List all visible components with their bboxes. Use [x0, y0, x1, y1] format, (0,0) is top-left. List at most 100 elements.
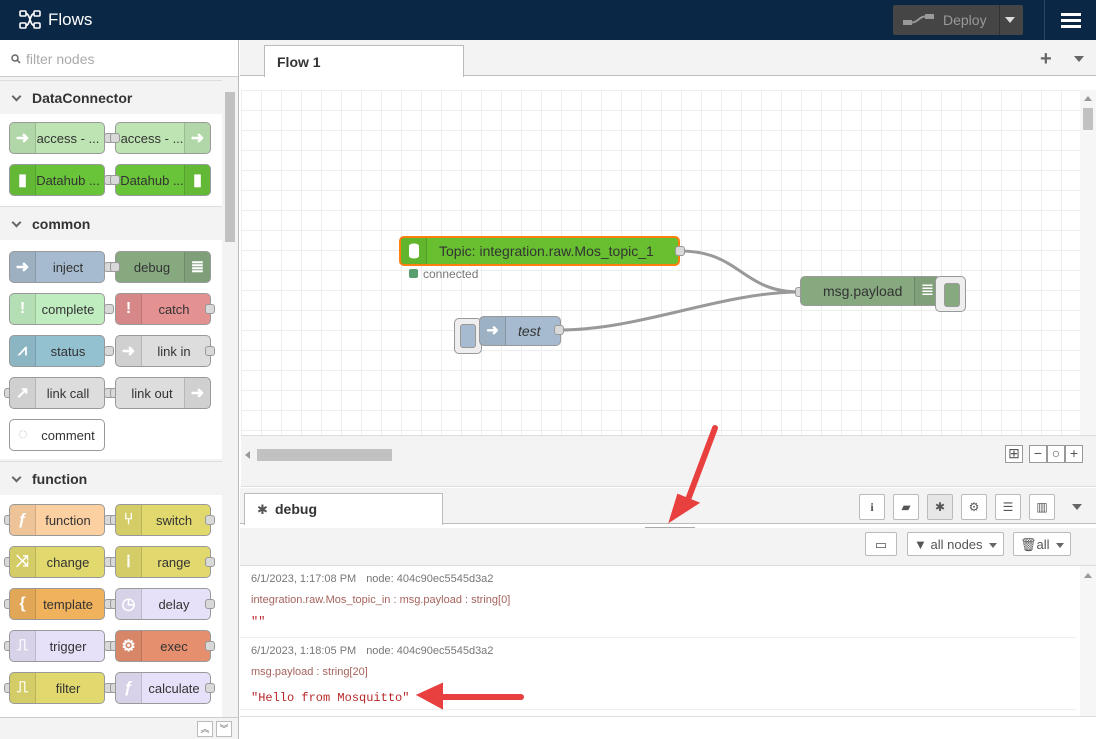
- output-port: [205, 599, 215, 609]
- chevron-down-icon[interactable]: [1074, 56, 1084, 62]
- message-value[interactable]: "": [251, 615, 1076, 629]
- clear-dropdown[interactable]: 🗑all: [1013, 532, 1071, 556]
- palette-node-label: link in: [157, 344, 191, 359]
- palette-node-complete[interactable]: ! complete: [9, 293, 105, 325]
- output-port: [104, 304, 114, 314]
- palette-node-link-call[interactable]: ↗ link call: [9, 377, 105, 409]
- message-node[interactable]: node: 404c90ec5545d3a2: [366, 645, 493, 657]
- link-in-icon: ➜: [116, 336, 142, 366]
- inject-button-fill: [460, 324, 476, 348]
- navigator-map-icon[interactable]: ⊞: [1005, 445, 1023, 463]
- database-icon: ▮: [10, 165, 36, 195]
- palette-node-access-subscribe[interactable]: ➜ access - ...: [9, 122, 105, 154]
- gear-icon[interactable]: ⚙: [961, 494, 987, 520]
- node-debug-msg-payload[interactable]: msg.payload ≣: [800, 276, 941, 306]
- message-value[interactable]: "Hello from Mosquitto": [251, 691, 1076, 705]
- palette-node-filter[interactable]: ⎍ filter: [9, 672, 105, 704]
- canvas-horizontal-scroll-thumb[interactable]: [257, 449, 392, 461]
- debug-scrollbar[interactable]: [1080, 566, 1096, 716]
- palette-filter-input[interactable]: filter nodes: [0, 40, 238, 77]
- bar-chart-icon[interactable]: ▥: [1029, 494, 1055, 520]
- tab-flow-1[interactable]: Flow 1: [264, 45, 464, 77]
- node-inject-test[interactable]: ➜ test: [479, 316, 561, 346]
- filter-dropdown[interactable]: ▼ all nodes: [907, 532, 1004, 556]
- palette-node-status[interactable]: ⩘ status: [9, 335, 105, 367]
- scroll-thumb[interactable]: [1083, 108, 1093, 130]
- palette-node-link-out[interactable]: ➜ link out: [115, 377, 211, 409]
- palette-node-calculate[interactable]: ƒ calculate: [115, 672, 211, 704]
- scroll-thumb[interactable]: [225, 92, 235, 242]
- output-port: [205, 641, 215, 651]
- category-header-function[interactable]: function: [0, 461, 222, 495]
- palette-node-trigger[interactable]: ⎍ trigger: [9, 630, 105, 662]
- expand-all-icon[interactable]: ︾: [216, 721, 232, 737]
- exclamation-icon: !: [116, 294, 142, 324]
- chevron-down-icon[interactable]: [1072, 504, 1082, 510]
- canvas-vertical-scrollbar[interactable]: [1080, 90, 1096, 435]
- category-header-dataconnector[interactable]: DataConnector: [0, 80, 222, 114]
- main-menu-button[interactable]: [1044, 0, 1096, 40]
- timer-icon: ◷: [116, 589, 142, 619]
- palette-node-template[interactable]: {template: [9, 588, 105, 620]
- palette-node-datahub-subscribe[interactable]: ▮ Datahub ...: [9, 164, 105, 196]
- hamburger-icon: [1061, 13, 1081, 16]
- output-port[interactable]: [554, 325, 564, 335]
- arrow-in-icon: ➜: [480, 317, 506, 345]
- database-icon[interactable]: ☰: [995, 494, 1021, 520]
- palette-node-debug[interactable]: ≣ debug: [115, 251, 211, 283]
- monitor-icon: ▭: [874, 537, 888, 552]
- category-body-function: ƒ function ⑂ switch ⤨ change ⅰ range {templa…: [0, 495, 222, 717]
- debug-message[interactable]: 6/1/2023, 1:18:05 PM node: 404c90ec5545d3…: [240, 638, 1076, 710]
- input-port: [110, 133, 120, 143]
- tab-debug[interactable]: ✱ debug: [244, 493, 443, 525]
- palette-node-delay[interactable]: ◷ delay: [115, 588, 211, 620]
- debug-toggle-button[interactable]: [935, 276, 966, 312]
- debug-message[interactable]: 6/1/2023, 1:17:08 PM node: 404c90ec5545d3…: [240, 566, 1076, 638]
- deploy-button[interactable]: Deploy: [893, 5, 1023, 35]
- flow-canvas[interactable]: Topic: integration.raw.Mos_topic_1 conne…: [241, 90, 1080, 435]
- category-title: DataConnector: [32, 90, 133, 106]
- deploy-menu-caret-icon[interactable]: [1005, 17, 1015, 23]
- caret-down-icon: [988, 543, 997, 549]
- caret-down-icon: [1055, 543, 1064, 549]
- palette-node-catch[interactable]: ! catch: [115, 293, 211, 325]
- database-icon: [401, 238, 427, 264]
- palette-node-change[interactable]: ⤨ change: [9, 546, 105, 578]
- add-flow-icon[interactable]: +: [1040, 48, 1052, 71]
- app-logo: Flows: [18, 8, 92, 32]
- message-node[interactable]: node: 404c90ec5545d3a2: [366, 573, 493, 585]
- debug-bug-icon[interactable]: ✱: [927, 494, 953, 520]
- palette-node-access-publish[interactable]: ➜ access - ...: [115, 122, 211, 154]
- link-call-icon: ↗: [10, 378, 36, 408]
- node-label: test: [518, 323, 541, 339]
- scroll-up-icon[interactable]: [1084, 573, 1092, 578]
- scroll-left-icon[interactable]: [245, 451, 250, 459]
- scroll-up-icon[interactable]: [1084, 96, 1092, 101]
- palette-node-datahub-publish[interactable]: ▮ Datahub ...: [115, 164, 211, 196]
- palette-node-function[interactable]: ƒ function: [9, 504, 105, 536]
- message-topic: msg.payload : string[20]: [251, 666, 368, 678]
- zoom-in-icon[interactable]: +: [1065, 445, 1083, 463]
- info-icon[interactable]: i: [859, 494, 885, 520]
- open-window-button[interactable]: ▭: [865, 532, 897, 556]
- palette-node-label: access - ...: [36, 131, 100, 146]
- output-port: [205, 557, 215, 567]
- palette-node-switch[interactable]: ⑂ switch: [115, 504, 211, 536]
- palette-node-inject[interactable]: ➜ inject: [9, 251, 105, 283]
- palette-node-link-in[interactable]: ➜ link in: [115, 335, 211, 367]
- zoom-reset-icon[interactable]: ○: [1047, 445, 1065, 463]
- output-port[interactable]: [675, 246, 685, 256]
- trash-icon: 🗑: [1020, 537, 1037, 552]
- collapse-all-icon[interactable]: ︽: [197, 721, 213, 737]
- book-icon[interactable]: ▰: [893, 494, 919, 520]
- node-datahub-subscriber[interactable]: Topic: integration.raw.Mos_topic_1: [399, 236, 680, 266]
- palette-node-range[interactable]: ⅰ range: [115, 546, 211, 578]
- category-header-common[interactable]: common: [0, 206, 222, 240]
- palette-scrollbar[interactable]: [222, 80, 238, 713]
- palette-node-exec[interactable]: ⚙ exec: [115, 630, 211, 662]
- palette-node-comment[interactable]: ◌ comment: [9, 419, 105, 451]
- zoom-out-icon[interactable]: −: [1029, 445, 1047, 463]
- inject-button[interactable]: [454, 318, 482, 354]
- arrow-in-icon: ➜: [10, 252, 36, 282]
- output-port: [205, 346, 215, 356]
